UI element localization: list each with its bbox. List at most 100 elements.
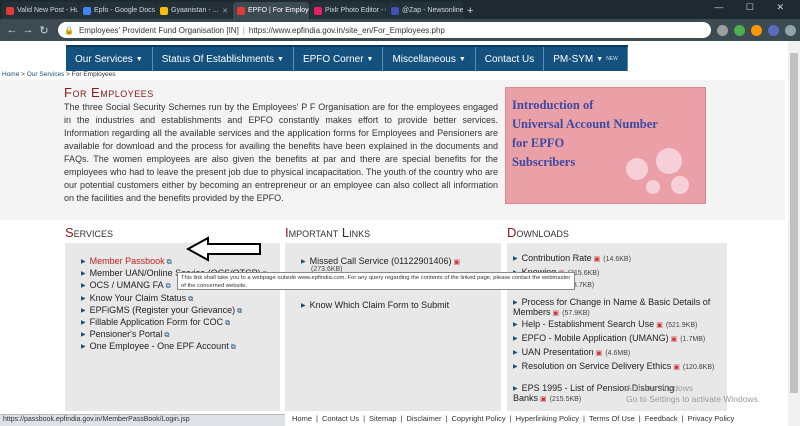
browser-tab[interactable]: Valid New Post - Hubpages✕ <box>2 2 78 19</box>
profile-avatar[interactable] <box>768 24 779 36</box>
bullet-icon: ▶ <box>81 283 86 290</box>
download-link[interactable]: ▶ Process for Change in Name & Basic Deta… <box>513 297 718 317</box>
heading-rest: ervices <box>73 225 114 240</box>
footer-link[interactable]: Sitemap <box>369 414 397 423</box>
menu-item[interactable]: PM-SYM ▼ NEW <box>544 47 628 71</box>
watermark-line: Activate Windows <box>626 383 694 393</box>
menu-item[interactable]: Contact Us <box>476 47 545 71</box>
reload-icon[interactable]: ↻ <box>36 24 52 37</box>
menu-item[interactable]: EPFO Corner ▼ <box>294 47 384 71</box>
footer-link[interactable]: Disclaimer <box>407 414 442 423</box>
page-title: For Employees <box>64 85 154 100</box>
important-links-list: ▶ Missed Call Service (01122901406) ▣ (273.… <box>285 243 501 411</box>
service-link[interactable]: ▶ One Employee - One EPF Account ⧉ <box>81 341 236 352</box>
download-link[interactable]: ▶ Contribution Rate ▣ (14.6KB) <box>513 253 718 263</box>
footer-link[interactable]: Privacy Policy <box>688 414 735 423</box>
browser-tab[interactable]: Epfo - Google Docs✕ <box>79 2 155 19</box>
browser-tab-bar: Valid New Post - Hubpages✕Epfo - Google … <box>0 0 800 19</box>
important-links-heading: Important Links <box>285 225 370 240</box>
windows-activation-watermark: Activate Windows Go to Settings to activ… <box>626 383 760 405</box>
services-list: ▶ Member Passbook ⧉ ▶ Member UAN/Online Serv… <box>65 243 280 411</box>
footer-separator: | <box>400 414 403 423</box>
file-size: (521.9KB) <box>665 322 698 329</box>
download-link[interactable]: ▶ EPFO - Mobile Application (UMANG) ▣ (1.7M… <box>513 333 718 343</box>
footer-link[interactable]: Home <box>292 414 312 423</box>
browser-tab[interactable]: @Zap - Newsonline.bd✕ <box>387 2 463 19</box>
footer-link[interactable]: Hyperlinking Policy <box>516 414 579 423</box>
footer-link[interactable]: Copyright Policy <box>451 414 505 423</box>
star-icon[interactable] <box>717 24 728 36</box>
service-link-label: EPFiGMS (Register your Grievance) <box>89 304 236 315</box>
breadcrumb-separator: > <box>64 71 72 78</box>
footer-link[interactable]: Terms Of Use <box>589 414 635 423</box>
menu-item[interactable]: Status Of Establishments ▼ <box>153 47 294 71</box>
service-link[interactable]: ▶ Know Your Claim Status ⧉ <box>81 293 193 304</box>
tab-favicon-icon <box>160 6 168 15</box>
important-link[interactable]: ▶ Know Which Claim Form to Submit <box>301 300 449 310</box>
service-link-label: OCS / UMANG FA <box>89 280 164 291</box>
service-link-label: Know Your Claim Status <box>89 292 187 303</box>
tab-favicon-icon <box>237 6 245 15</box>
scrollbar-thumb[interactable] <box>790 53 798 393</box>
tab-favicon-icon <box>314 6 322 15</box>
download-link[interactable]: ▶ Resolution on Service Delivery Ethics ▣(… <box>513 361 718 371</box>
new-tab-icon[interactable]: + <box>467 2 473 19</box>
banner-line: for EPFO <box>512 136 565 150</box>
download-link[interactable]: ▶ Help - Establishment Search Use ▣ (521.9K… <box>513 319 718 329</box>
extension-icon[interactable] <box>751 24 762 36</box>
footer-link[interactable]: Contact Us <box>322 414 359 423</box>
external-link-icon: ⧉ <box>225 320 231 327</box>
menu-icon[interactable] <box>785 24 796 36</box>
extension-icon[interactable] <box>734 24 745 36</box>
breadcrumb-home[interactable]: Home <box>2 71 19 78</box>
pdf-icon: ▣ <box>656 322 663 329</box>
download-link-label: Help - Establishment Search Use <box>521 319 655 329</box>
download-link[interactable]: ▶ UAN Presentation ▣ (4.6MB) <box>513 347 718 357</box>
menu-item-label: PM-SYM <box>553 53 594 65</box>
tab-label: Gyaanistan - ... <box>171 7 219 14</box>
external-link-icon: ⧉ <box>164 332 170 340</box>
important-link[interactable]: ▶ Missed Call Service (01122901406) ▣ (273.… <box>301 256 460 273</box>
browser-tab[interactable]: Pixlr Photo Editor - C✕ <box>310 2 386 19</box>
banner-text: Introduction of Universal Account Number… <box>512 96 658 172</box>
service-link-label: One Employee - One EPF Account <box>89 341 229 352</box>
forward-icon[interactable]: → <box>20 24 36 36</box>
chevron-down-icon: ▼ <box>596 55 604 63</box>
downloads-heading: Downloads <box>507 225 569 240</box>
menu-item[interactable]: Miscellaneous ▼ <box>383 47 476 71</box>
new-badge: NEW <box>606 56 618 62</box>
back-icon[interactable]: ← <box>4 24 20 36</box>
url-separator: | <box>242 25 245 35</box>
browser-tab[interactable]: EPFO | For Employees✕ <box>233 2 309 19</box>
window-controls[interactable]: — ☐ ✕ <box>714 2 794 13</box>
chevron-down-icon: ▼ <box>135 55 143 63</box>
footer-link[interactable]: Feedback <box>645 414 678 423</box>
bullet-icon: ▶ <box>513 364 518 370</box>
download-link-label: Resolution on Service Delivery Ethics <box>521 361 672 371</box>
browser-tab[interactable]: Gyaanistan - ... ✕ <box>156 2 232 19</box>
footer-separator: | <box>638 414 641 423</box>
page-scrollbar[interactable] <box>788 41 800 426</box>
file-size: (120.8KB) <box>682 364 715 371</box>
breadcrumb-services[interactable]: Our Services <box>27 71 65 78</box>
intro-paragraph: The three Social Security Schemes run by… <box>64 102 498 203</box>
file-size: (1.7MB) <box>680 336 706 343</box>
url-input[interactable]: 🔒 Employees' Provident Fund Organisation… <box>58 22 711 38</box>
tab-close-icon[interactable]: ✕ <box>220 7 228 15</box>
site-footer: Home | Contact Us | Sitemap | Disclaimer | Copyr… <box>290 414 736 423</box>
service-link[interactable]: ▶ EPFiGMS (Register your Grievance) ⧉ <box>81 305 242 316</box>
pdf-icon: ▣ <box>673 364 680 371</box>
extensions-area <box>717 24 796 36</box>
site-menubar: Our Services ▼ Status Of Establishments ▼ EP… <box>0 41 800 71</box>
menu-item[interactable]: Our Services ▼ <box>66 47 153 71</box>
service-link[interactable]: ▶ OCS / UMANG FA ⧉ <box>81 280 171 291</box>
bullet-icon: ▶ <box>513 322 518 328</box>
external-link-icon: ⧉ <box>230 344 236 352</box>
uan-banner[interactable]: Introduction of Universal Account Number… <box>505 87 706 204</box>
service-link[interactable]: ▶ Fillable Application Form for COC ⧉ <box>81 317 230 328</box>
service-link[interactable]: ▶ Member Passbook ⧉ <box>81 256 172 267</box>
important-link-label: Missed Call Service (01122901406) <box>309 256 452 266</box>
bullet-icon: ▶ <box>513 386 518 392</box>
service-link[interactable]: ▶ Pensioner's Portal ⧉ <box>81 329 169 340</box>
pdf-icon: ▣ <box>552 310 560 317</box>
